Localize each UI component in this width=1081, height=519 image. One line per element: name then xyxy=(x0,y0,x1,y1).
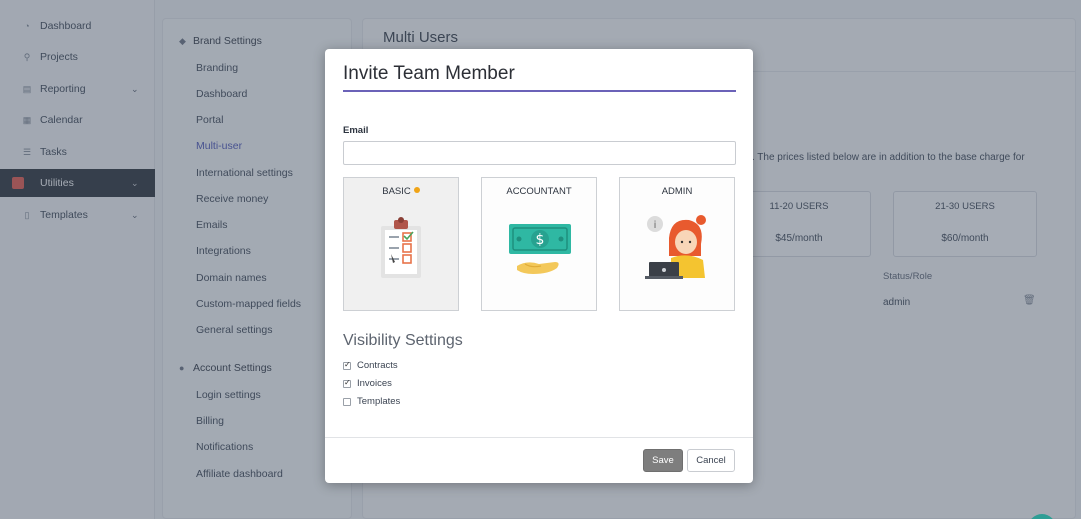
svg-text:$: $ xyxy=(536,232,545,248)
visibility-settings-title: Visibility Settings xyxy=(343,332,463,349)
person-laptop-icon: i xyxy=(645,215,706,279)
email-field[interactable] xyxy=(343,141,736,165)
save-button[interactable]: Save xyxy=(643,449,683,472)
checkbox-label: Templates xyxy=(357,396,401,407)
role-label: BASIC xyxy=(344,186,458,197)
contracts-checkbox[interactable] xyxy=(343,360,351,370)
selected-dot-icon xyxy=(413,187,420,193)
role-label: ADMIN xyxy=(661,186,693,197)
templates-checkbox[interactable] xyxy=(343,397,351,406)
role-card-admin[interactable]: ADMIN i xyxy=(619,177,735,311)
role-card-basic[interactable]: BASIC xyxy=(343,177,459,311)
clipboard-checklist-icon xyxy=(381,217,421,278)
visibility-option-contracts[interactable]: Contracts xyxy=(343,360,398,371)
role-label: ACCOUNTANT xyxy=(506,186,572,197)
invoices-checkbox[interactable] xyxy=(343,378,351,388)
visibility-option-invoices[interactable]: Invoices xyxy=(343,378,392,389)
role-card-accountant[interactable]: ACCOUNTANT $ xyxy=(481,177,597,311)
checkbox-label: Contracts xyxy=(357,360,398,371)
title-underline xyxy=(343,90,736,92)
cancel-button[interactable]: Cancel xyxy=(687,449,735,472)
email-label: Email xyxy=(343,125,369,136)
visibility-option-templates[interactable]: Templates xyxy=(343,396,400,407)
dialog-title: Invite Team Member xyxy=(343,63,515,84)
svg-text:i: i xyxy=(654,220,657,231)
money-hand-icon: $ xyxy=(509,224,571,274)
role-label-text: BASIC xyxy=(382,186,411,197)
dialog-footer-divider xyxy=(325,437,753,438)
checkbox-label: Invoices xyxy=(357,378,392,389)
invite-team-member-dialog: Invite Team Member Email BASIC ACCOUNTAN… xyxy=(325,49,753,483)
